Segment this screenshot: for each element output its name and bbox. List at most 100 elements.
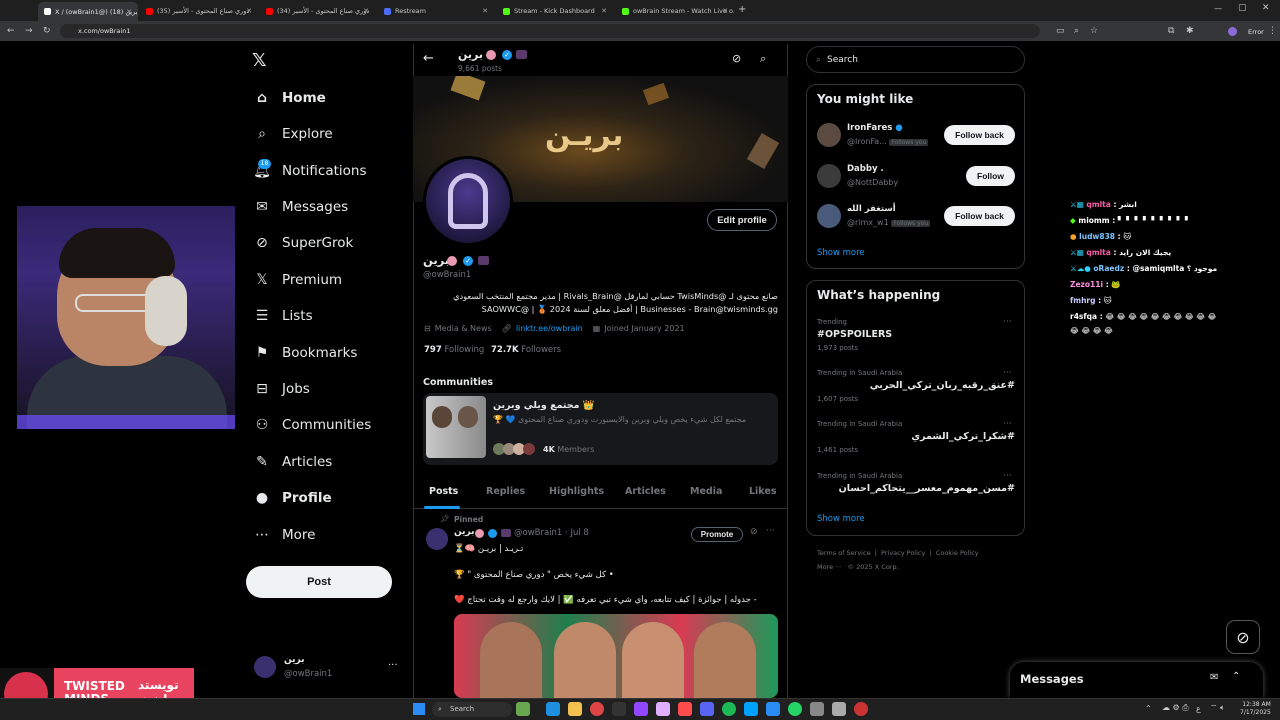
nav-messages[interactable]: ✉ Messages <box>253 196 348 218</box>
app-icon[interactable] <box>656 702 670 716</box>
expand-icon[interactable]: ⌃ <box>1232 671 1240 682</box>
minimize-icon[interactable]: — <box>1214 4 1222 13</box>
twitch-icon[interactable] <box>634 702 648 716</box>
account-switcher[interactable]: برين @owBrain1 ··· <box>254 654 404 684</box>
followers-link[interactable]: 72.7K Followers <box>491 345 561 355</box>
post-button[interactable]: Post <box>246 566 392 598</box>
more-icon[interactable]: ··· <box>1003 471 1012 481</box>
close-tab-icon[interactable]: ✕ <box>246 7 252 15</box>
more-link[interactable]: More ··· <box>817 563 841 571</box>
extensions-icon[interactable]: ⧉ <box>1168 25 1174 37</box>
more-icon[interactable]: ··· <box>1003 368 1012 378</box>
nav-explore[interactable]: ⌕ Explore <box>253 123 333 145</box>
x-logo-icon[interactable]: 𝕏 <box>252 50 267 71</box>
promote-button[interactable]: Promote <box>691 527 743 542</box>
trend-name[interactable]: #شكرا_تركي_الشمري <box>817 431 1015 442</box>
privacy-link[interactable]: Privacy Policy <box>881 549 925 557</box>
browser-tab[interactable]: Restream ✕ <box>378 3 494 19</box>
nav-home[interactable]: ⌂ Home <box>253 87 326 109</box>
grok-icon[interactable]: ⊘ <box>750 527 758 537</box>
nav-bookmarks[interactable]: ⚑ Bookmarks <box>253 342 358 364</box>
file-explorer-icon[interactable] <box>568 702 582 716</box>
browser-tab[interactable]: owBrain Stream - Watch Live o... ✕ <box>616 3 734 19</box>
back-icon[interactable]: ← <box>7 25 15 37</box>
brave-icon[interactable] <box>678 702 692 716</box>
following-link[interactable]: 797 Following <box>424 345 484 355</box>
edit-profile-button[interactable]: Edit profile <box>707 209 777 231</box>
avatar[interactable] <box>426 528 448 550</box>
follow-back-button[interactable]: Follow back <box>944 125 1015 145</box>
trend-name[interactable]: #مسن_مهموم_معسر__يتحاكم_احسان <box>817 483 1015 494</box>
nav-lists[interactable]: ☰ Lists <box>253 305 313 327</box>
profile-avatar-icon[interactable] <box>1228 27 1237 36</box>
tray-chevron-icon[interactable]: ⌃ <box>1145 704 1152 713</box>
tray-icons[interactable]: ☁ ⚙ ⎙ <box>1162 703 1189 713</box>
show-more-link[interactable]: Show more <box>817 514 865 524</box>
windows-start-icon[interactable] <box>413 703 425 715</box>
browser-tab[interactable]: (35) دوري صناع المحتوى - الأسير ✕ <box>140 3 258 19</box>
community-card[interactable]: مجتمع ويلي وبرين 👑 مجتمع لكل شيء يخص ويل… <box>423 393 778 465</box>
grok-icon[interactable]: ⊘ <box>1226 620 1260 654</box>
nav-more[interactable]: ⋯ More <box>253 524 315 546</box>
follow-button[interactable]: Follow <box>966 166 1015 186</box>
close-tab-icon[interactable]: ✕ <box>363 7 369 15</box>
obs-icon[interactable] <box>612 702 626 716</box>
settings-icon[interactable] <box>832 702 846 716</box>
close-tab-icon[interactable]: ✕ <box>126 8 132 16</box>
nav-jobs[interactable]: ⊟ Jobs <box>253 378 310 400</box>
tab-highlights[interactable]: Highlights <box>549 486 604 497</box>
nav-supergrok[interactable]: ⊘ SuperGrok <box>253 232 353 254</box>
trend-name[interactable]: #OPSPOILERS <box>817 329 892 340</box>
bookmark-star-icon[interactable]: ☆ <box>1090 25 1098 37</box>
search-input[interactable]: ⌕ Search <box>806 46 1025 73</box>
close-tab-icon[interactable]: ✕ <box>601 7 607 15</box>
close-tab-icon[interactable]: ✕ <box>722 7 728 15</box>
keyboard-language[interactable]: ع <box>1196 704 1201 713</box>
profile-link[interactable]: linktr.ee/owbrain <box>516 324 583 333</box>
discord-icon[interactable] <box>700 702 714 716</box>
terms-link[interactable]: Terms of Service <box>817 549 871 557</box>
close-window-icon[interactable]: ✕ <box>1262 3 1270 13</box>
tab-media[interactable]: Media <box>690 486 722 497</box>
forward-icon[interactable]: → <box>25 25 33 37</box>
trend-name[interactable]: #عنق_رقبه_ربان_تركي_الحربي <box>817 380 1015 391</box>
cookie-link[interactable]: Cookie Policy <box>936 549 979 557</box>
nav-communities[interactable]: ⚇ Communities <box>253 414 372 436</box>
new-tab-icon[interactable]: + <box>738 4 746 15</box>
avatar[interactable] <box>817 164 841 188</box>
avatar[interactable] <box>817 204 841 228</box>
nav-profile[interactable]: ● Profile <box>253 487 332 509</box>
more-icon[interactable]: ··· <box>766 526 775 536</box>
zoom-icon[interactable]: ⌕ <box>1074 25 1079 37</box>
tab-replies[interactable]: Replies <box>486 486 525 497</box>
app-icon[interactable] <box>744 702 758 716</box>
new-message-icon[interactable]: ✉ <box>1210 672 1218 683</box>
messages-dock[interactable]: Messages ✉ ⌃ <box>1010 662 1263 698</box>
reload-icon[interactable]: ↻ <box>43 25 51 37</box>
search-icon[interactable]: ⌕ <box>760 52 766 66</box>
post-image[interactable] <box>454 614 778 698</box>
app-icon[interactable] <box>516 702 530 716</box>
close-tab-icon[interactable]: ✕ <box>482 7 488 15</box>
grok-icon[interactable]: ⊘ <box>732 52 741 65</box>
more-icon[interactable]: ··· <box>1003 317 1012 327</box>
more-icon[interactable]: ··· <box>1003 419 1012 429</box>
app-icon[interactable] <box>854 702 868 716</box>
tab-posts[interactable]: Posts <box>429 486 458 497</box>
back-arrow-icon[interactable]: ← <box>423 51 434 66</box>
profile-avatar[interactable] <box>423 156 513 246</box>
tab-articles[interactable]: Articles <box>625 486 666 497</box>
chrome-icon[interactable] <box>590 702 604 716</box>
error-badge[interactable]: Error <box>1248 26 1264 38</box>
edge-icon[interactable] <box>546 702 560 716</box>
app-icon[interactable] <box>766 702 780 716</box>
whatsapp-icon[interactable] <box>788 702 802 716</box>
nav-articles[interactable]: ✎ Articles <box>253 451 332 473</box>
nav-premium[interactable]: 𝕏 Premium <box>253 269 342 291</box>
clock[interactable]: 12:38 AM 7/17/2025 <box>1240 701 1271 717</box>
puzzle-icon[interactable]: ✱ <box>1186 25 1194 37</box>
app-icon[interactable] <box>810 702 824 716</box>
maximize-icon[interactable]: ▢ <box>1238 3 1247 13</box>
browser-tab[interactable]: Stream - Kick Dashboard ✕ <box>497 3 613 19</box>
spotify-icon[interactable] <box>722 702 736 716</box>
